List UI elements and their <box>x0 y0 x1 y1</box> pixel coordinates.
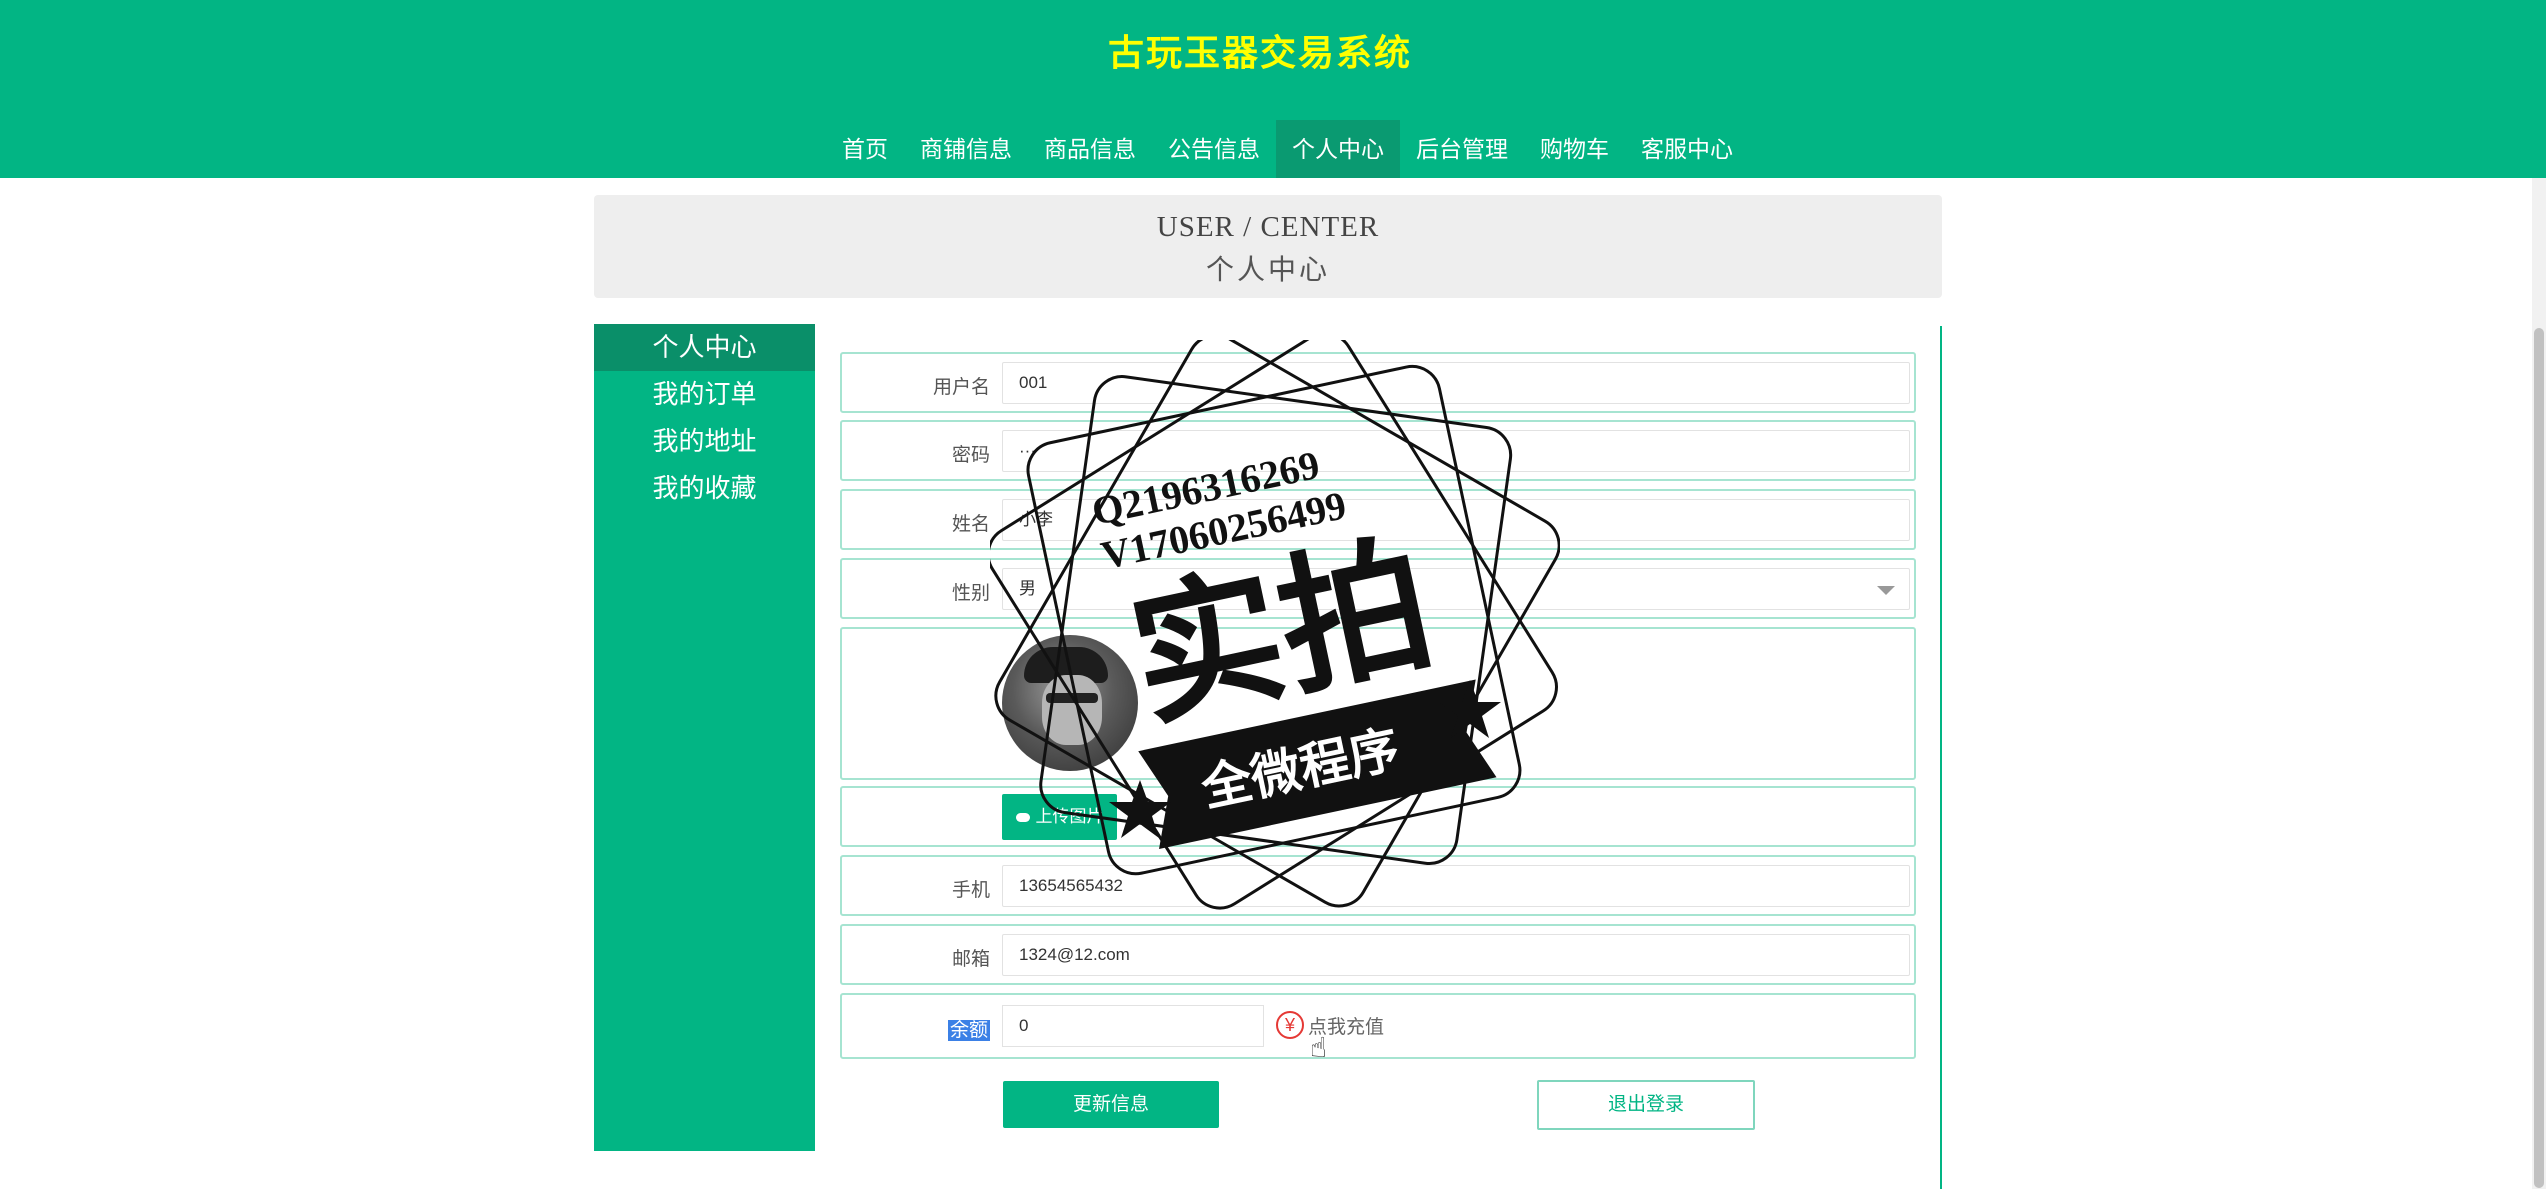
phone-input[interactable]: 13654565432 <box>1002 865 1910 907</box>
yen-icon: ¥ <box>1276 1011 1304 1039</box>
password-input[interactable]: ··· <box>1002 430 1910 472</box>
email-label: 邮箱 <box>951 949 990 970</box>
gender-label: 性别 <box>951 583 990 604</box>
balance-label-text: 余额 <box>947 1020 990 1041</box>
balance-input[interactable]: 0 <box>1002 1005 1264 1047</box>
form-row-phone: 手机 13654565432 <box>840 855 1916 916</box>
content-divider <box>1940 326 1942 1189</box>
recharge-link[interactable]: ¥ 点我充值 <box>1276 1011 1384 1039</box>
balance-label: 余额 <box>842 1015 990 1042</box>
avatar-image <box>1002 635 1138 771</box>
chevron-down-icon <box>1877 586 1895 595</box>
nav-item-notices[interactable]: 公告信息 <box>1152 120 1276 178</box>
name-input[interactable]: 小李 <box>1002 499 1910 541</box>
nav-item-products[interactable]: 商品信息 <box>1028 120 1152 178</box>
sidebar-item-user-center[interactable]: 个人中心 <box>594 324 815 371</box>
sidebar: 个人中心 我的订单 我的地址 我的收藏 <box>594 324 815 1151</box>
nav-item-home[interactable]: 首页 <box>826 120 904 178</box>
page-banner: USER / CENTER 个人中心 <box>594 195 1942 298</box>
logout-button[interactable]: 退出登录 <box>1537 1080 1755 1130</box>
form-row-name: 姓名 小李 <box>840 489 1916 550</box>
nav-item-service[interactable]: 客服中心 <box>1625 120 1749 178</box>
name-label: 姓名 <box>951 514 990 535</box>
password-label: 密码 <box>951 445 990 466</box>
main-nav: 首页 商铺信息 商品信息 公告信息 个人中心 后台管理 购物车 客服中心 <box>826 120 1749 178</box>
username-label: 用户名 <box>932 377 990 398</box>
form-row-email: 邮箱 1324@12.com <box>840 924 1916 985</box>
upload-image-button[interactable]: 上传图片 <box>1002 794 1117 840</box>
nav-item-shops[interactable]: 商铺信息 <box>904 120 1028 178</box>
upload-button-label: 上传图片 <box>1035 807 1104 826</box>
banner-title-cn: 个人中心 <box>1205 255 1330 286</box>
hand-cursor-icon: ☝ <box>1310 1032 1328 1063</box>
form-row-username: 用户名 001 <box>840 352 1916 413</box>
form-row-balance: 余额 0 ¥ 点我充值 ☝ <box>840 993 1916 1063</box>
gender-selected-value: 男 <box>1019 579 1036 598</box>
gender-select[interactable]: 男 <box>1002 568 1910 610</box>
site-title: 古玩玉器交易系统 <box>1107 32 1412 73</box>
form-row-upload: 上传图片 <box>840 786 1916 847</box>
banner-title-en: USER / CENTER <box>1156 211 1380 243</box>
nav-item-admin[interactable]: 后台管理 <box>1400 120 1524 178</box>
cloud-upload-icon <box>1015 813 1030 823</box>
scrollbar-thumb[interactable] <box>2534 328 2544 1188</box>
update-info-button[interactable]: 更新信息 <box>1003 1081 1219 1128</box>
email-input[interactable]: 1324@12.com <box>1002 934 1910 976</box>
form-row-gender: 性别 男 <box>840 558 1916 619</box>
page-scrollbar[interactable] <box>2532 178 2546 1189</box>
sidebar-item-addresses[interactable]: 我的地址 <box>594 418 815 465</box>
username-input[interactable]: 001 <box>1002 362 1910 404</box>
sidebar-item-orders[interactable]: 我的订单 <box>594 371 815 418</box>
nav-item-user-center[interactable]: 个人中心 <box>1276 120 1400 178</box>
header: 古玩玉器交易系统 首页 商铺信息 商品信息 公告信息 个人中心 后台管理 购物车… <box>0 0 2546 178</box>
nav-item-cart[interactable]: 购物车 <box>1524 120 1625 178</box>
form-row-password: 密码 ··· <box>840 420 1916 481</box>
sidebar-item-favorites[interactable]: 我的收藏 <box>594 465 815 512</box>
phone-label: 手机 <box>951 880 990 901</box>
form-row-avatar <box>840 627 1916 780</box>
